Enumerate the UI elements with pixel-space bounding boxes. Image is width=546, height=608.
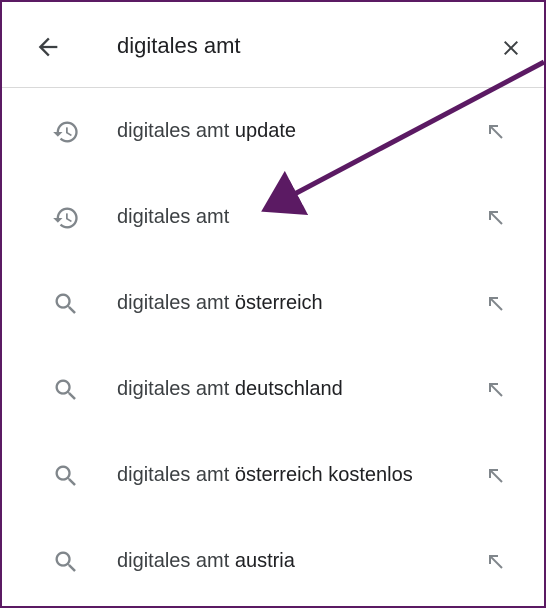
suggestion-text: digitales amt österreich kostenlos [117,460,413,490]
suggestion-item[interactable]: digitales amt österreich [2,260,544,346]
arrow-back-icon[interactable] [34,33,62,61]
close-icon[interactable] [499,36,523,60]
suggestion-suffix: österreich [229,292,323,314]
suggestion-prefix: digitales amt [117,120,230,142]
suggestion-text: digitales amt update [117,116,296,146]
suggestion-item[interactable]: digitales amt austria [2,518,544,604]
suggestion-text: digitales amt österreich [117,288,323,318]
arrow-up-left-icon[interactable] [484,206,508,230]
arrow-up-left-icon[interactable] [484,550,508,574]
search-icon [55,465,76,486]
suggestion-prefix: digitales amt [117,378,230,400]
search-icon [55,551,76,572]
arrow-up-left-icon[interactable] [484,120,508,144]
suggestion-text: digitales amt [117,202,229,232]
suggestion-suffix: österreich kostenlos [229,464,413,486]
search-input[interactable]: digitales amt [117,30,241,62]
search-icon [55,293,76,314]
suggestion-prefix: digitales amt [117,206,230,228]
suggestion-suffix: deutschland [229,378,343,400]
suggestion-suffix: update [229,120,297,142]
suggestion-suffix: austria [229,550,295,572]
suggestion-item[interactable]: digitales amt update [2,88,544,174]
arrow-up-left-icon[interactable] [484,464,508,488]
suggestion-item[interactable]: digitales amt [2,174,544,260]
search-screen: digitales amt digitales amt update digit… [0,0,546,608]
suggestion-prefix: digitales amt [117,464,230,486]
suggestion-prefix: digitales amt [117,550,230,572]
suggestion-item[interactable]: digitales amt österreich kostenlos [2,432,544,518]
suggestion-prefix: digitales amt [117,292,230,314]
suggestion-item[interactable]: digitales amt deutschland [2,346,544,432]
search-bar: digitales amt [2,2,544,88]
history-icon [53,121,78,143]
arrow-up-left-icon[interactable] [484,378,508,402]
history-icon [53,207,78,229]
search-icon [55,379,76,400]
suggestion-text: digitales amt deutschland [117,374,343,404]
arrow-up-left-icon[interactable] [484,292,508,316]
suggestion-text: digitales amt austria [117,546,295,576]
